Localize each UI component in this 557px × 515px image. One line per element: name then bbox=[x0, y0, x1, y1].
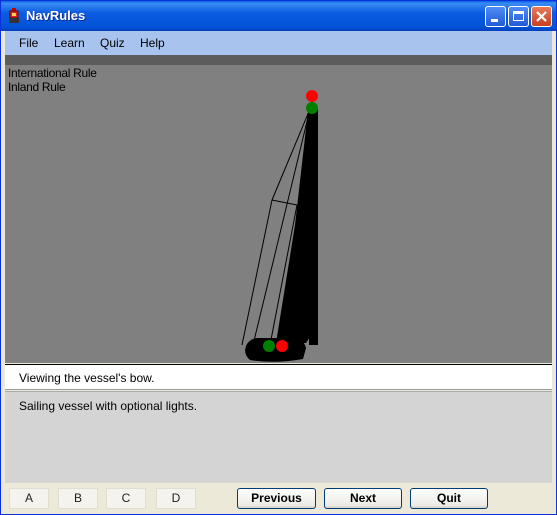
minimize-button[interactable] bbox=[485, 6, 506, 27]
app-icon bbox=[9, 8, 19, 23]
answer-a-button[interactable]: A bbox=[9, 488, 49, 509]
maximize-button[interactable] bbox=[508, 6, 529, 27]
forestay-lower-line bbox=[241, 199, 273, 346]
spreader-line bbox=[271, 199, 298, 206]
answer-b-button[interactable]: B bbox=[58, 488, 98, 509]
window-title: NavRules bbox=[26, 8, 86, 23]
answer-d-button[interactable]: D bbox=[156, 488, 196, 509]
description-text: Sailing vessel with optional lights. bbox=[19, 399, 198, 413]
sailing-vessel-drawing bbox=[241, 90, 318, 362]
starboard-sidelight bbox=[263, 340, 275, 352]
answer-c-button[interactable]: C bbox=[106, 488, 146, 509]
status-bar: Viewing the vessel's bow. bbox=[5, 364, 552, 390]
description-panel: Sailing vessel with optional lights. bbox=[5, 391, 552, 483]
next-button[interactable]: Next bbox=[324, 488, 402, 509]
quit-button[interactable]: Quit bbox=[410, 488, 488, 509]
masthead-green-light bbox=[306, 102, 318, 114]
port-sidelight bbox=[276, 340, 288, 352]
masthead-red-light bbox=[306, 90, 318, 102]
close-icon bbox=[536, 11, 547, 22]
status-text: Viewing the vessel's bow. bbox=[19, 371, 155, 385]
divider-strip bbox=[5, 55, 552, 65]
hull bbox=[245, 338, 306, 362]
mast bbox=[309, 109, 318, 345]
menu-file[interactable]: File bbox=[19, 36, 38, 50]
app-window: NavRules File Learn Quiz Help Internatio… bbox=[0, 0, 557, 515]
title-bar: NavRules bbox=[1, 1, 556, 31]
close-button[interactable] bbox=[531, 6, 552, 27]
button-bar: A B C D Previous Next Quit bbox=[5, 483, 552, 512]
maximize-icon bbox=[513, 11, 524, 21]
menu-learn[interactable]: Learn bbox=[54, 36, 85, 50]
minimize-icon bbox=[491, 19, 498, 22]
vessel-view: International Rule Inland Rule bbox=[5, 65, 552, 363]
menu-bar: File Learn Quiz Help bbox=[5, 31, 552, 55]
previous-button[interactable]: Previous bbox=[237, 488, 316, 509]
menu-quiz[interactable]: Quiz bbox=[100, 36, 125, 50]
menu-help[interactable]: Help bbox=[140, 36, 165, 50]
